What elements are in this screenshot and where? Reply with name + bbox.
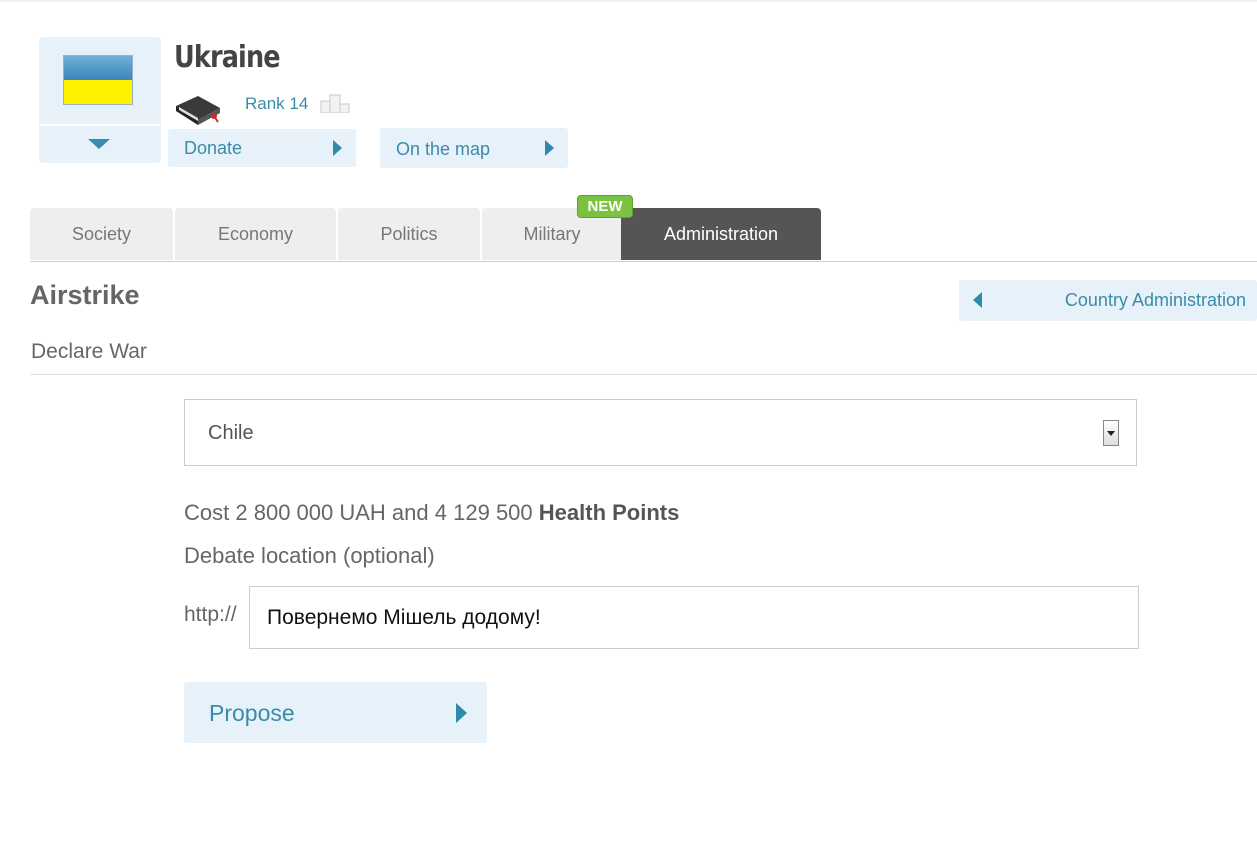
cost-prefix: Cost [184,500,230,525]
cost-summary: Cost 2 800 000 UAH and 4 129 500 Health … [184,500,679,526]
ukraine-flag-icon [63,55,133,105]
cost-health-label: Health Points [538,500,680,525]
rank-label: Rank [245,94,285,113]
url-prefix: http:// [184,603,237,626]
tab-politics[interactable]: Politics [338,208,480,260]
on-the-map-label: On the map [396,139,491,159]
play-right-icon [456,703,467,723]
propose-label: Propose [209,700,295,726]
section-subtitle: Declare War [31,340,147,363]
section-divider [30,374,1257,375]
new-badge: NEW [577,195,633,218]
country-name: Ukraine [174,40,281,75]
play-right-icon [545,140,554,156]
country-flag-selector[interactable] [39,37,161,163]
cost-health-value: 4 129 500 [434,500,533,525]
on-the-map-button[interactable]: On the map [380,128,568,168]
debate-location-label: Debate location (optional) [184,543,435,568]
tab-economy[interactable]: Economy [175,208,336,260]
cost-amount: 2 800 000 [235,500,334,525]
cost-currency: UAH and [339,500,429,525]
rank-text[interactable]: Rank 14 [245,94,308,114]
country-administration-button[interactable]: Country Administration [959,280,1257,321]
book-icon [176,96,220,125]
podium-icon [320,94,350,113]
tab-administration[interactable]: Administration [621,208,821,260]
play-left-icon [973,292,982,308]
play-right-icon [333,140,342,156]
tab-society[interactable]: Society [30,208,173,260]
donate-label: Donate [184,138,243,158]
propose-button[interactable]: Propose [184,682,487,743]
target-country-select[interactable]: Chile [184,399,1137,466]
selected-country: Chile [208,422,254,444]
page-title: Airstrike [30,280,140,310]
tab-divider [30,261,1257,262]
debate-location-input[interactable] [249,586,1139,649]
top-border [0,0,1257,2]
rank-value: 14 [289,94,309,113]
country-administration-label: Country Administration [1064,290,1246,310]
chevron-down-icon[interactable] [88,139,110,149]
flag-container [39,37,161,126]
chevron-down-icon[interactable] [1103,420,1119,446]
donate-button[interactable]: Donate [168,129,356,167]
